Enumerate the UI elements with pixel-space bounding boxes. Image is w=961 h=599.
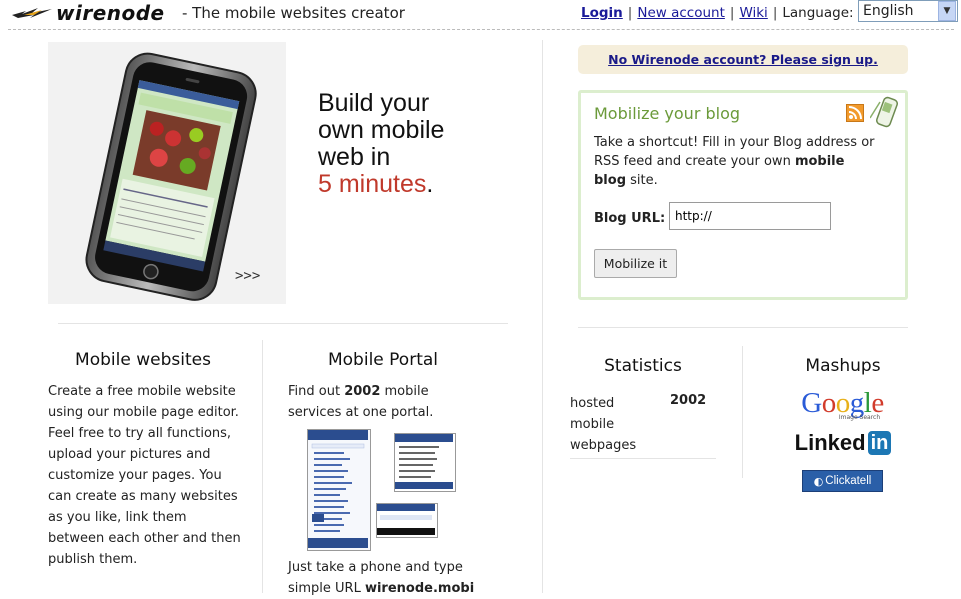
hero-line-1: Build your: [318, 89, 430, 117]
portal-screenshot-1[interactable]: [307, 429, 371, 551]
mobile-websites-text: Create a free mobile website using our m…: [48, 384, 241, 567]
blog-url-input[interactable]: [669, 202, 831, 230]
mashups-title: Mashups: [805, 356, 881, 376]
right-divider: [578, 327, 908, 328]
language-select[interactable]: English ▼: [858, 0, 958, 22]
logo-wing-icon: [12, 8, 52, 18]
stats-value: 2002: [670, 393, 707, 408]
signup-banner: No Wirenode account? Please sign up.: [578, 45, 908, 74]
blog-url-label: Blog URL:: [594, 211, 666, 226]
mobile-portal-title: Mobile Portal: [327, 350, 438, 370]
hero-line-3: web in: [318, 143, 391, 171]
google-letter: G: [801, 387, 822, 419]
stats-row-divider: [570, 458, 716, 459]
hero-headline: Build your own mobile web in 5 minutes.: [318, 90, 444, 198]
mobile-portal-text: Find out 2002 mobile services at one por…: [288, 381, 463, 423]
nav-separator: |: [772, 5, 778, 21]
logo-text: wirenode: [56, 1, 165, 25]
tagline: - The mobile websites creator: [182, 4, 405, 22]
clickatell-text: Clickatell: [825, 475, 872, 487]
hero-divider: [58, 323, 508, 324]
wiki-link[interactable]: Wiki: [739, 5, 767, 21]
portal-url[interactable]: wirenode.mobi: [365, 581, 474, 596]
login-link[interactable]: Login: [581, 5, 623, 21]
iphone-illustration: [48, 42, 286, 304]
rss-feed-icon: [846, 104, 864, 122]
nav-separator: |: [729, 5, 735, 21]
statistics-title: Statistics: [604, 356, 682, 376]
mobile-phone-icon: [869, 94, 898, 130]
clickatell-logo[interactable]: ◐ Clickatell: [802, 470, 883, 492]
google-logo[interactable]: Google Image Search: [790, 386, 895, 424]
mobile-websites-title: Mobile websites: [75, 350, 211, 370]
wirenode-logo[interactable]: wirenode: [12, 1, 165, 25]
column-divider: [542, 40, 543, 593]
linkedin-text: Linked: [794, 430, 866, 455]
google-wordmark: Google: [801, 387, 884, 419]
hero-line-2: own mobile: [318, 116, 445, 144]
portal-count: 2002: [344, 384, 381, 399]
mobilize-button[interactable]: Mobilize it: [594, 249, 677, 278]
hero-period: .: [426, 170, 434, 198]
stats-divider: [742, 346, 743, 478]
language-selected-value: English: [863, 3, 914, 19]
clickatell-mark-icon: ◐: [813, 474, 824, 488]
google-letter: o: [821, 387, 837, 419]
linkedin-logo[interactable]: Linked in: [788, 428, 898, 458]
linkedin-in-box: in: [867, 431, 892, 455]
portal-screenshot-3[interactable]: [376, 503, 438, 538]
signup-link[interactable]: No Wirenode account? Please sign up.: [608, 52, 878, 67]
section-divider: [262, 340, 263, 593]
mobilize-description: Take a shortcut! Fill in your Blog addre…: [594, 133, 879, 190]
chevron-down-icon[interactable]: ▼: [938, 1, 956, 21]
mobilize-text-end: site.: [626, 173, 658, 188]
google-subtitle: Image Search: [838, 414, 881, 421]
portal-text-start: Find out: [288, 384, 345, 399]
hero-line-4: 5 minutes.: [318, 171, 444, 198]
nav-separator: |: [627, 5, 633, 21]
phone-image[interactable]: [48, 42, 286, 304]
header-divider: [8, 29, 954, 30]
stats-label: hosted mobile webpages: [570, 396, 637, 453]
hero-highlight: 5 minutes: [318, 170, 427, 198]
more-arrows-link[interactable]: >>>: [235, 268, 260, 284]
top-navigation: Login | New account | Wiki | Language:: [581, 5, 854, 21]
portal-screenshot-2[interactable]: [394, 433, 456, 492]
mobilize-title: Mobilize your blog: [594, 104, 741, 123]
new-account-link[interactable]: New account: [637, 5, 725, 21]
language-label: Language:: [782, 5, 854, 21]
